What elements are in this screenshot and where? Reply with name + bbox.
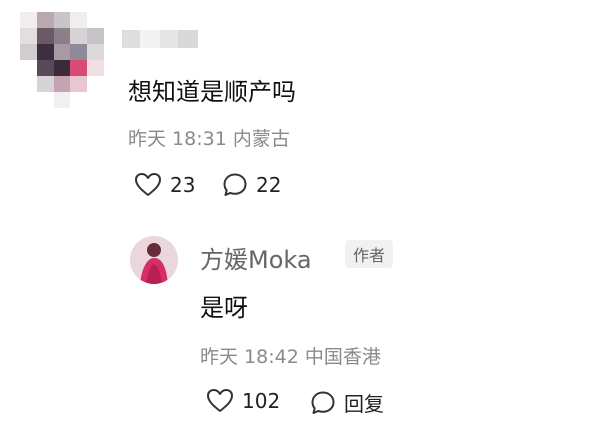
commenter-avatar-mosaic[interactable] <box>20 12 104 108</box>
author-name[interactable]: 方媛Moka <box>200 240 312 275</box>
reply-like-button[interactable]: 102 <box>206 388 280 414</box>
reply-meta: 昨天 18:42 中国香港 <box>200 346 381 368</box>
reply-text: 是呀 <box>200 294 248 322</box>
heart-outline-icon <box>134 172 162 198</box>
comment-reply-button[interactable]: 22 <box>222 172 281 198</box>
comment-meta: 昨天 18:31 内蒙古 <box>128 128 290 150</box>
reply-like-count: 102 <box>242 389 281 413</box>
comment-text: 想知道是顺产吗 <box>128 78 296 106</box>
commenter-name-mosaic[interactable] <box>122 30 198 48</box>
speech-bubble-icon <box>222 172 248 198</box>
author-badge: 作者 <box>345 240 394 268</box>
comment-reply-count: 22 <box>256 173 282 197</box>
heart-outline-icon <box>206 388 234 414</box>
comment-like-count: 23 <box>170 173 196 197</box>
reply-action-label: 回复 <box>344 392 384 416</box>
comment-like-button[interactable]: 23 <box>134 172 195 198</box>
speech-bubble-icon <box>310 390 336 416</box>
author-avatar[interactable] <box>130 236 178 284</box>
reply-action-button[interactable]: 回复 <box>310 388 384 417</box>
